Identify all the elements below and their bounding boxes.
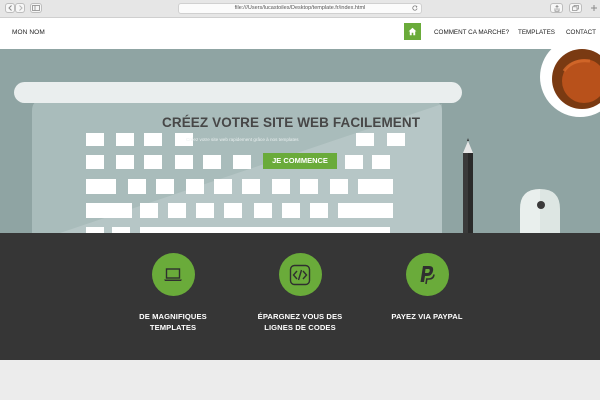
feature-paypal: PAYEZ VIA PAYPAL: [367, 253, 487, 322]
feature-label-line-1: DE MAGNIFIQUES: [139, 312, 207, 321]
forward-icon: [18, 5, 23, 11]
site-navbar: MON NOM COMMENT CA MARCHE? TEMPLATES CON…: [0, 18, 600, 49]
feature-icon-circle: [151, 253, 195, 296]
new-tab-icon: [591, 5, 597, 11]
feature-label-line-2: TEMPLATES: [149, 323, 197, 332]
mouse-illustration: [520, 189, 560, 233]
sidebar-button[interactable]: [30, 3, 42, 13]
feature-templates: DE MAGNIFIQUES TEMPLATES: [113, 253, 233, 333]
coffee-cup-illustration: [540, 49, 600, 117]
tabs-button[interactable]: [569, 3, 582, 13]
feature-label: PAYEZ VIA PAYPAL: [367, 311, 487, 322]
tabs-icon: [572, 5, 579, 11]
feature-label-line-2: LIGNES DE CODES: [264, 323, 336, 332]
feature-label-line-1: ÉPARGNEZ VOUS DES: [257, 312, 343, 321]
feature-label: DE MAGNIFIQUES TEMPLATES: [113, 311, 233, 333]
feature-code: ÉPARGNEZ VOUS DES LIGNES DE CODES: [240, 253, 360, 333]
back-icon: [7, 5, 12, 11]
url-text: file:///Users/lucastoiles/Desktop/templa…: [234, 5, 366, 11]
share-icon: [554, 5, 559, 12]
home-icon: [408, 27, 417, 36]
page-bottom-area: [0, 360, 600, 400]
browser-toolbar: file:///Users/lucastoiles/Desktop/templa…: [0, 0, 600, 18]
back-button[interactable]: [5, 3, 15, 13]
feature-icon-circle: [278, 253, 322, 296]
share-button[interactable]: [550, 3, 563, 13]
nav-link-contact[interactable]: CONTACT: [566, 29, 596, 36]
nav-link-templates[interactable]: TEMPLATES: [518, 29, 555, 36]
paypal-icon: [420, 265, 435, 284]
laptop-icon: [164, 267, 182, 281]
home-button[interactable]: [404, 23, 421, 40]
features-section: DE MAGNIFIQUES TEMPLATES ÉPARGNEZ VOUS D…: [0, 233, 600, 360]
hero-title: CRÉEZ VOTRE SITE WEB FACILEMENT: [162, 115, 421, 130]
brand-name[interactable]: MON NOM: [12, 29, 45, 36]
hero-section: CRÉEZ VOTRE SITE WEB FACILEMENT Créez vo…: [0, 49, 600, 233]
feature-label: ÉPARGNEZ VOUS DES LIGNES DE CODES: [240, 311, 360, 333]
reload-icon[interactable]: [412, 5, 418, 11]
forward-button[interactable]: [15, 3, 25, 13]
nav-link-comment-ca-marche[interactable]: COMMENT CA MARCHE?: [434, 29, 509, 36]
code-icon: [289, 264, 311, 285]
new-tab-button[interactable]: [588, 3, 600, 13]
sidebar-icon: [32, 5, 40, 11]
monitor-bar: [14, 82, 462, 103]
feature-icon-circle: [405, 253, 449, 296]
start-button[interactable]: JE COMMENCE: [263, 153, 337, 169]
feature-label-line-1: PAYEZ VIA PAYPAL: [391, 312, 463, 321]
pen-illustration: [463, 138, 473, 233]
hero-subtitle: Créez votre site web rapidement grâce à …: [186, 137, 299, 142]
address-bar[interactable]: file:///Users/lucastoiles/Desktop/templa…: [178, 3, 422, 14]
